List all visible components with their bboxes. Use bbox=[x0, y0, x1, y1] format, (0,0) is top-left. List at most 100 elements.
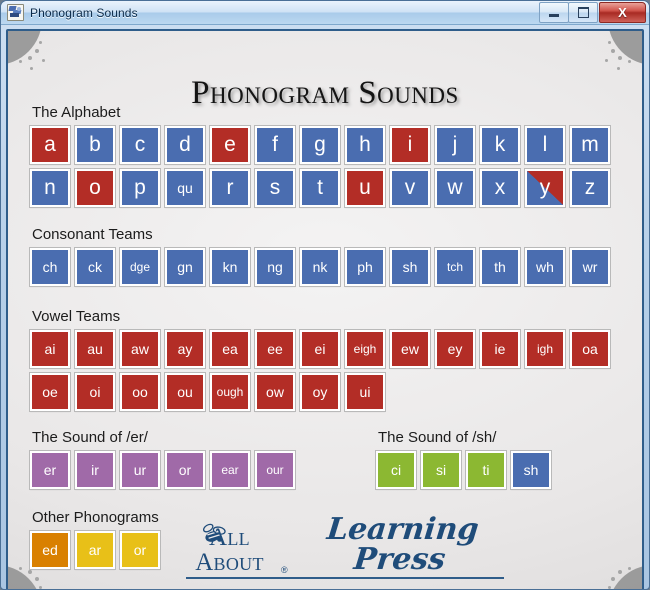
phonogram-tile[interactable]: ph bbox=[344, 247, 386, 287]
phonogram-tile[interactable]: eigh bbox=[344, 329, 386, 369]
phonogram-tile[interactable]: gn bbox=[164, 247, 206, 287]
phonogram-tile[interactable]: p bbox=[119, 168, 161, 208]
phonogram-tile[interactable]: or bbox=[164, 450, 206, 490]
phonogram-tile[interactable]: tch bbox=[434, 247, 476, 287]
phonogram-tile[interactable]: au bbox=[74, 329, 116, 369]
phonogram-tile[interactable]: v bbox=[389, 168, 431, 208]
logo-registered-mark: ® bbox=[280, 565, 288, 575]
phonogram-tile-label: or bbox=[133, 541, 147, 558]
phonogram-tile-label: a bbox=[44, 133, 56, 156]
phonogram-tile[interactable]: wh bbox=[524, 247, 566, 287]
phonogram-tile-label: n bbox=[44, 176, 56, 199]
phonogram-tile[interactable]: i bbox=[389, 125, 431, 165]
phonogram-tile[interactable]: w bbox=[434, 168, 476, 208]
phonogram-tile[interactable]: ear bbox=[209, 450, 251, 490]
phonogram-tile[interactable]: u bbox=[344, 168, 386, 208]
phonogram-tile[interactable]: qu bbox=[164, 168, 206, 208]
phonogram-tile[interactable]: a bbox=[29, 125, 71, 165]
phonogram-tile[interactable]: ou bbox=[164, 372, 206, 412]
phonogram-tile-label: ou bbox=[177, 383, 193, 400]
section-sound-of-er: The Sound of /er/ er ir ur or ear our bbox=[29, 429, 296, 494]
phonogram-tile[interactable]: ey bbox=[434, 329, 476, 369]
phonogram-tile[interactable]: kn bbox=[209, 247, 251, 287]
phonogram-tile[interactable]: ur bbox=[119, 450, 161, 490]
phonogram-tile[interactable]: er bbox=[29, 450, 71, 490]
phonogram-tile[interactable]: nk bbox=[299, 247, 341, 287]
phonogram-tile[interactable]: oy bbox=[299, 372, 341, 412]
phonogram-tile[interactable]: g bbox=[299, 125, 341, 165]
company-logo: All About ® Learning Press bbox=[180, 512, 510, 579]
phonogram-tile-label: gn bbox=[177, 258, 193, 275]
phonogram-tile-label: t bbox=[317, 176, 323, 199]
phonogram-tile[interactable]: oa bbox=[569, 329, 611, 369]
phonogram-tile[interactable]: igh bbox=[524, 329, 566, 369]
phonogram-tile[interactable]: c bbox=[119, 125, 161, 165]
phonogram-tile[interactable]: e bbox=[209, 125, 251, 165]
phonogram-tile[interactable]: d bbox=[164, 125, 206, 165]
phonogram-tile[interactable]: or bbox=[119, 530, 161, 570]
phonogram-tile[interactable]: wr bbox=[569, 247, 611, 287]
close-button[interactable]: X bbox=[599, 2, 646, 23]
phonogram-tile[interactable]: z bbox=[569, 168, 611, 208]
phonogram-tile[interactable]: t bbox=[299, 168, 341, 208]
phonogram-tile[interactable]: ar bbox=[74, 530, 116, 570]
phonogram-tile[interactable]: ei bbox=[299, 329, 341, 369]
phonogram-tile-label: ar bbox=[88, 541, 102, 558]
phonogram-tile-label: j bbox=[452, 133, 458, 156]
phonogram-tile[interactable]: oi bbox=[74, 372, 116, 412]
phonogram-tile[interactable]: f bbox=[254, 125, 296, 165]
phonogram-tile-label: ph bbox=[357, 258, 373, 275]
phonogram-tile[interactable]: x bbox=[479, 168, 521, 208]
maximize-button[interactable] bbox=[568, 2, 598, 23]
phonogram-tile-label: wr bbox=[582, 258, 598, 275]
phonogram-tile[interactable]: ew bbox=[389, 329, 431, 369]
phonogram-tile[interactable]: ch bbox=[29, 247, 71, 287]
phonogram-tile[interactable]: aw bbox=[119, 329, 161, 369]
phonogram-tile[interactable]: l bbox=[524, 125, 566, 165]
phonogram-tile[interactable]: si bbox=[420, 450, 462, 490]
phonogram-tile[interactable]: h bbox=[344, 125, 386, 165]
phonogram-tile[interactable]: n bbox=[29, 168, 71, 208]
phonogram-tile[interactable]: ti bbox=[465, 450, 507, 490]
phonogram-tile[interactable]: ed bbox=[29, 530, 71, 570]
title-bar[interactable]: Phonogram Sounds X bbox=[1, 1, 649, 25]
phonogram-tile[interactable]: oo bbox=[119, 372, 161, 412]
phonogram-tile[interactable]: y bbox=[524, 168, 566, 208]
phonogram-tile[interactable]: m bbox=[569, 125, 611, 165]
phonogram-tile[interactable]: dge bbox=[119, 247, 161, 287]
minimize-button[interactable] bbox=[539, 2, 569, 23]
phonogram-tile[interactable]: oe bbox=[29, 372, 71, 412]
phonogram-tile[interactable]: sh bbox=[510, 450, 552, 490]
phonogram-tile[interactable]: ai bbox=[29, 329, 71, 369]
phonogram-tile[interactable]: o bbox=[74, 168, 116, 208]
phonogram-tile-label: si bbox=[435, 461, 447, 478]
phonogram-tile-label: b bbox=[89, 133, 101, 156]
phonogram-tile[interactable]: ow bbox=[254, 372, 296, 412]
phonogram-tile-label: ear bbox=[221, 462, 239, 477]
phonogram-tile[interactable]: th bbox=[479, 247, 521, 287]
phonogram-tile[interactable]: ng bbox=[254, 247, 296, 287]
phonogram-tile[interactable]: j bbox=[434, 125, 476, 165]
phonogram-tile[interactable]: sh bbox=[389, 247, 431, 287]
phonogram-tile[interactable]: ci bbox=[375, 450, 417, 490]
phonogram-tile[interactable]: ie bbox=[479, 329, 521, 369]
phonogram-tile[interactable]: s bbox=[254, 168, 296, 208]
phonogram-tile[interactable]: ough bbox=[209, 372, 251, 412]
tile-row: a b c d e f g h i j k l m bbox=[29, 125, 611, 165]
phonogram-tile-label: kn bbox=[222, 258, 238, 275]
phonogram-tile[interactable]: r bbox=[209, 168, 251, 208]
phonogram-tile-label: ti bbox=[482, 461, 490, 478]
phonogram-tile-label: ow bbox=[266, 383, 284, 400]
phonogram-tile[interactable]: ea bbox=[209, 329, 251, 369]
phonogram-tile[interactable]: ir bbox=[74, 450, 116, 490]
phonogram-tile[interactable]: ck bbox=[74, 247, 116, 287]
logo-learning-press: Learning Press bbox=[324, 512, 480, 577]
phonogram-tile[interactable]: ee bbox=[254, 329, 296, 369]
phonogram-tile[interactable]: b bbox=[74, 125, 116, 165]
section-consonant-teams: Consonant Teams ch ck dge gn kn ng nk ph sh tch th… bbox=[29, 226, 611, 291]
phonogram-tile[interactable]: k bbox=[479, 125, 521, 165]
phonogram-tile[interactable]: our bbox=[254, 450, 296, 490]
phonogram-tile[interactable]: ay bbox=[164, 329, 206, 369]
phonogram-tile-label: z bbox=[584, 176, 596, 199]
phonogram-tile[interactable]: ui bbox=[344, 372, 386, 412]
